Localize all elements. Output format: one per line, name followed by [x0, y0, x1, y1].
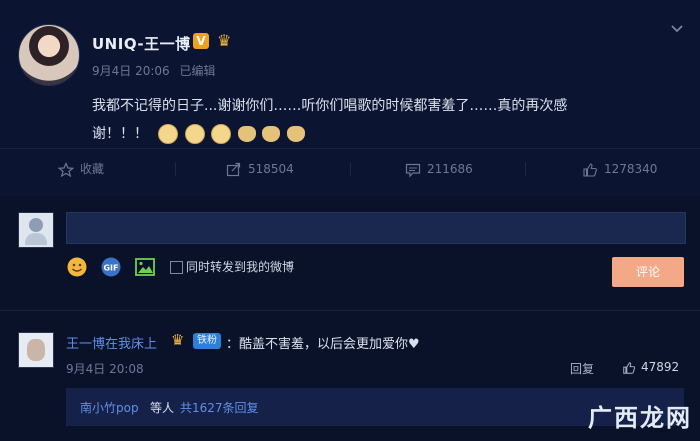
heart-icon: ♥	[408, 337, 420, 352]
commenter-avatar[interactable]	[18, 332, 54, 368]
comment-text: ：酷盖不害羞，以后会更加爱你♥	[226, 333, 420, 352]
edited-label[interactable]: 已编辑	[180, 64, 216, 78]
commenter-name[interactable]: 王一博在我床上	[66, 333, 157, 352]
comment-date: 9月4日 20:08	[66, 362, 144, 376]
reply-user-link[interactable]: 南小竹pop	[80, 399, 139, 416]
also-repost-label: 同时转发到我的微博	[186, 260, 295, 274]
verified-v-icon: V	[193, 33, 209, 49]
thumbs-up-icon	[623, 361, 636, 374]
crown-icon: ♛	[217, 31, 232, 50]
comment-action[interactable]: 211686	[405, 160, 473, 178]
svg-text:GIF: GIF	[103, 264, 118, 273]
current-user-avatar	[18, 212, 54, 248]
watermark-logo: 广西龙网	[568, 392, 692, 432]
post-text-line-2-text: 谢！！！	[92, 126, 148, 142]
divider	[350, 162, 351, 176]
divider	[0, 148, 700, 149]
also-repost-checkbox[interactable]	[170, 261, 183, 274]
favorite-label: 收藏	[80, 162, 105, 176]
watermark-text: 广西龙网	[588, 404, 692, 432]
chevron-down-icon[interactable]	[670, 22, 684, 36]
comment-count: 211686	[427, 162, 473, 176]
post-text-line-2: 谢！！！	[92, 120, 672, 148]
like-action[interactable]: 1278340	[582, 160, 657, 178]
reply-mid-text: 等人	[150, 401, 175, 415]
post-text: 我都不记得的日子...谢谢你们……听你们唱歌的时候都害羞了……真的再次感 谢！！…	[92, 92, 672, 148]
divider	[175, 162, 176, 176]
comment-like-count: 47892	[641, 360, 680, 374]
submit-comment-button[interactable]: 评论	[612, 257, 684, 287]
comment-like-button[interactable]: 47892	[622, 360, 679, 375]
crying-emoji-icon	[211, 124, 232, 144]
repost-count: 518504	[248, 162, 294, 176]
gif-icon[interactable]: GIF	[100, 256, 122, 278]
weibo-post-card: UNIQ-王一博 V ♛ 9月4日 20:06 已编辑 我都不记得的日子...谢…	[0, 0, 700, 441]
author-avatar[interactable]	[18, 24, 80, 86]
post-meta: 9月4日 20:06 已编辑	[92, 62, 222, 79]
comment-icon	[405, 163, 421, 177]
favorite-action[interactable]: 收藏	[57, 160, 105, 178]
post-date[interactable]: 9月4日 20:06	[92, 64, 170, 78]
crying-emoji-icon	[158, 124, 179, 144]
star-icon	[57, 161, 75, 177]
image-icon[interactable]	[134, 256, 156, 278]
emoji-icon[interactable]	[66, 256, 88, 278]
comment-text-body: ：酷盖不害羞，以后会更加爱你	[226, 337, 409, 352]
comment-input[interactable]	[66, 212, 686, 244]
person-emoji-icon	[262, 126, 281, 142]
crying-emoji-icon	[184, 124, 205, 144]
post-actions-bar: 收藏 518504 211686 1278340	[0, 150, 700, 188]
fan-badge: 铁粉	[193, 333, 221, 349]
crown-icon: ♛	[171, 331, 185, 349]
share-icon	[226, 162, 241, 176]
post-text-line-1: 我都不记得的日子...谢谢你们……听你们唱歌的时候都害羞了……真的再次感	[92, 98, 568, 114]
person-emoji-icon	[286, 126, 305, 142]
person-emoji-icon	[237, 126, 256, 142]
reply-button[interactable]: 回复	[570, 360, 594, 377]
repost-action[interactable]: 518504	[226, 160, 294, 178]
thumbs-up-icon	[583, 162, 597, 177]
divider	[525, 162, 526, 176]
divider	[0, 310, 700, 311]
emoji-group	[158, 120, 306, 148]
author-name[interactable]: UNIQ-王一博	[92, 33, 191, 54]
like-count: 1278340	[604, 162, 658, 176]
reply-count-link[interactable]: 共1627条回复	[180, 399, 259, 416]
